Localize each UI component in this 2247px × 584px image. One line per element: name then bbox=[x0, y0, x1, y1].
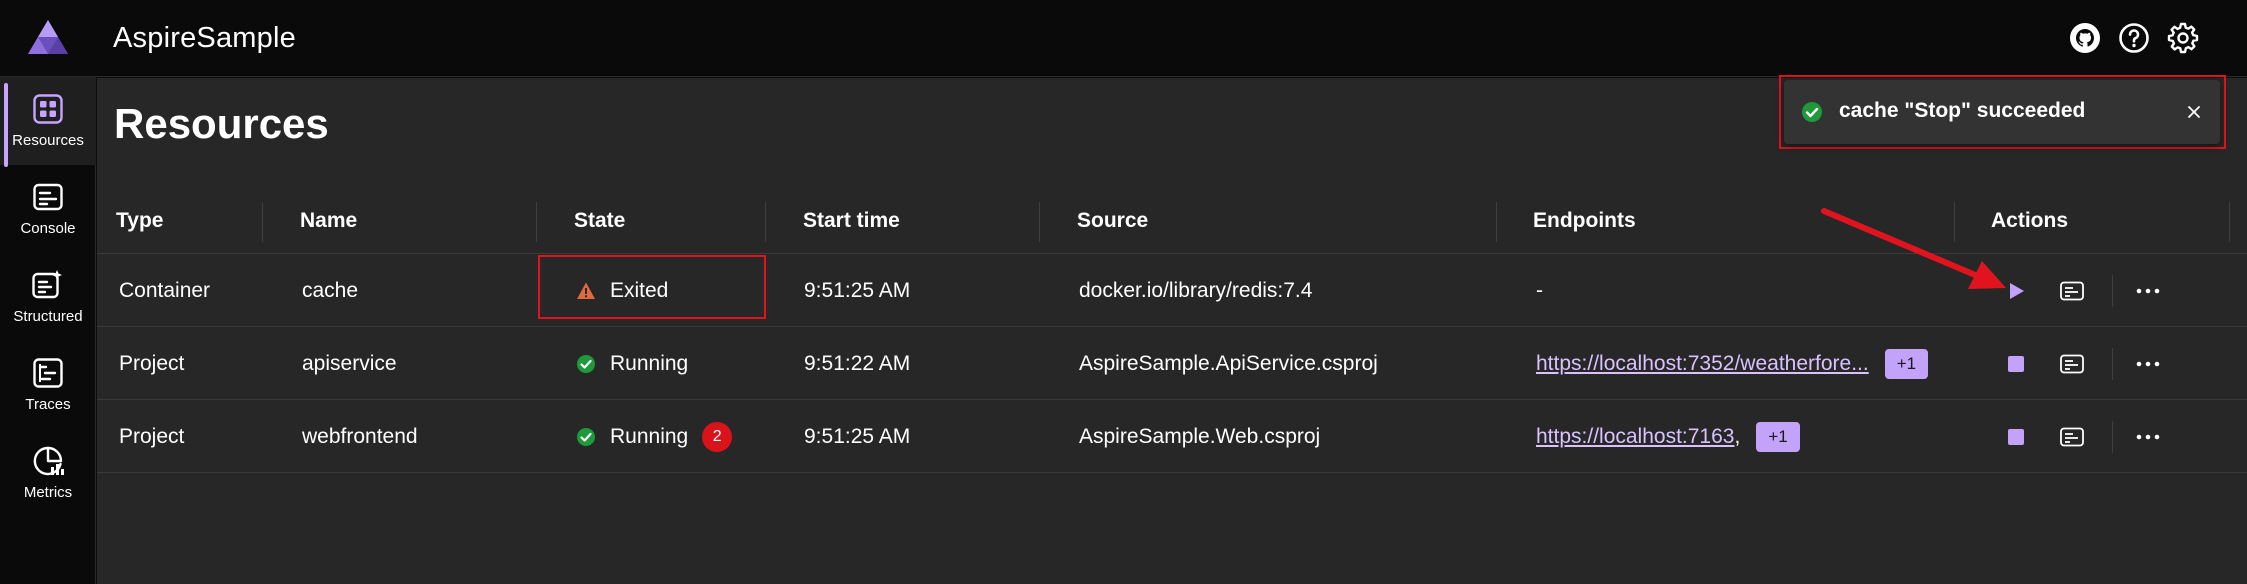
column-resize-handle[interactable] bbox=[1039, 202, 1040, 242]
cell-endpoints: https://localhost:7163 , +1 bbox=[1536, 401, 1800, 473]
main-content: Resources Type Name State Start time Sou… bbox=[97, 78, 2247, 584]
aspire-dashboard: AspireSample Resources Console Structure… bbox=[0, 0, 2247, 584]
column-resize-handle[interactable] bbox=[2229, 202, 2230, 242]
table-row[interactable]: Project webfrontend Running 2 9:51:25 AM… bbox=[97, 401, 2247, 473]
more-endpoints-badge[interactable]: +1 bbox=[1756, 422, 1800, 452]
active-indicator bbox=[4, 83, 8, 167]
cell-start-time: 9:51:25 AM bbox=[804, 279, 911, 302]
endpoint-link[interactable]: https://localhost:7163 bbox=[1536, 425, 1734, 449]
state-text: Running bbox=[610, 352, 689, 375]
state-text: Running bbox=[610, 425, 689, 448]
nav-item-resources[interactable]: Resources bbox=[0, 77, 96, 167]
check-circle-icon bbox=[576, 354, 596, 374]
stop-button[interactable] bbox=[2001, 349, 2031, 379]
console-logs-button[interactable] bbox=[2057, 276, 2087, 306]
state-highlight-box bbox=[538, 255, 766, 319]
table-row[interactable]: Project apiservice Running 9:51:22 AM As… bbox=[97, 328, 2247, 400]
github-icon[interactable] bbox=[2068, 21, 2102, 55]
nav-item-console[interactable]: Console bbox=[0, 165, 96, 253]
cell-state: Running bbox=[576, 328, 688, 400]
page-title: Resources bbox=[114, 100, 329, 147]
settings-icon[interactable] bbox=[2166, 21, 2200, 55]
cell-start-time: 9:51:25 AM bbox=[804, 425, 911, 448]
close-icon[interactable] bbox=[2182, 100, 2206, 124]
console-logs-button[interactable] bbox=[2057, 349, 2087, 379]
endpoint-link[interactable]: https://localhost:7352/weatherfore... bbox=[1536, 352, 1869, 376]
console-icon bbox=[32, 181, 64, 213]
cell-name: webfrontend bbox=[302, 425, 418, 448]
action-divider bbox=[2112, 348, 2113, 380]
traces-icon bbox=[32, 357, 64, 389]
column-header-name[interactable]: Name bbox=[300, 188, 357, 254]
column-resize-handle[interactable] bbox=[1496, 202, 1497, 242]
cell-endpoints: https://localhost:7352/weatherfore... +1 bbox=[1536, 328, 1929, 400]
toast-notification: cache "Stop" succeeded bbox=[1784, 80, 2220, 144]
cell-state: Running 2 bbox=[576, 401, 733, 473]
more-actions-icon[interactable] bbox=[2133, 422, 2163, 452]
cell-type: Project bbox=[119, 352, 185, 375]
nav-label-console: Console bbox=[20, 220, 76, 237]
help-icon[interactable] bbox=[2117, 21, 2151, 55]
side-navigation: Resources Console Structured Traces Metr… bbox=[0, 77, 96, 584]
toast-message: cache "Stop" succeeded bbox=[1839, 99, 2086, 122]
more-actions-icon[interactable] bbox=[2133, 349, 2163, 379]
metrics-icon bbox=[32, 445, 64, 477]
cell-name: cache bbox=[302, 279, 359, 302]
nav-item-metrics[interactable]: Metrics bbox=[0, 429, 96, 517]
column-header-state[interactable]: State bbox=[574, 188, 625, 254]
aspire-logo-icon[interactable] bbox=[27, 19, 69, 55]
error-count-badge[interactable]: 2 bbox=[702, 422, 733, 452]
nav-item-structured[interactable]: Structured bbox=[0, 253, 96, 341]
cell-type: Container bbox=[119, 279, 211, 302]
action-divider bbox=[2112, 275, 2113, 307]
endpoint-separator: , bbox=[1734, 425, 1741, 448]
column-resize-handle[interactable] bbox=[262, 202, 263, 242]
nav-label-resources: Resources bbox=[12, 132, 84, 149]
success-icon bbox=[1801, 101, 1823, 123]
console-logs-button[interactable] bbox=[2057, 422, 2087, 452]
column-header-start-time[interactable]: Start time bbox=[803, 188, 900, 254]
column-resize-handle[interactable] bbox=[536, 202, 537, 242]
more-endpoints-badge[interactable]: +1 bbox=[1884, 349, 1929, 379]
column-header-type[interactable]: Type bbox=[116, 188, 163, 254]
cell-source: AspireSample.Web.csproj bbox=[1079, 425, 1321, 448]
annotation-arrow-icon bbox=[1821, 208, 2006, 289]
column-header-source[interactable]: Source bbox=[1077, 188, 1148, 254]
cell-start-time: 9:51:22 AM bbox=[804, 352, 911, 375]
cell-type: Project bbox=[119, 425, 185, 448]
action-divider bbox=[2112, 421, 2113, 453]
cell-name: apiservice bbox=[302, 352, 397, 375]
resources-icon bbox=[32, 93, 64, 125]
column-resize-handle[interactable] bbox=[765, 202, 766, 242]
nav-label-traces: Traces bbox=[25, 396, 71, 413]
stop-button[interactable] bbox=[2001, 422, 2031, 452]
structured-icon bbox=[32, 269, 64, 301]
nav-label-metrics: Metrics bbox=[23, 484, 73, 501]
cell-source: docker.io/library/redis:7.4 bbox=[1079, 279, 1313, 302]
nav-label-structured: Structured bbox=[13, 308, 83, 325]
cell-source: AspireSample.ApiService.csproj bbox=[1079, 352, 1378, 375]
check-circle-icon bbox=[576, 427, 596, 447]
nav-item-traces[interactable]: Traces bbox=[0, 341, 96, 429]
cell-endpoints: - bbox=[1536, 279, 1543, 302]
column-header-endpoints[interactable]: Endpoints bbox=[1533, 188, 1636, 254]
app-title[interactable]: AspireSample bbox=[113, 22, 296, 55]
top-bar: AspireSample bbox=[0, 0, 2247, 77]
more-actions-icon[interactable] bbox=[2133, 276, 2163, 306]
